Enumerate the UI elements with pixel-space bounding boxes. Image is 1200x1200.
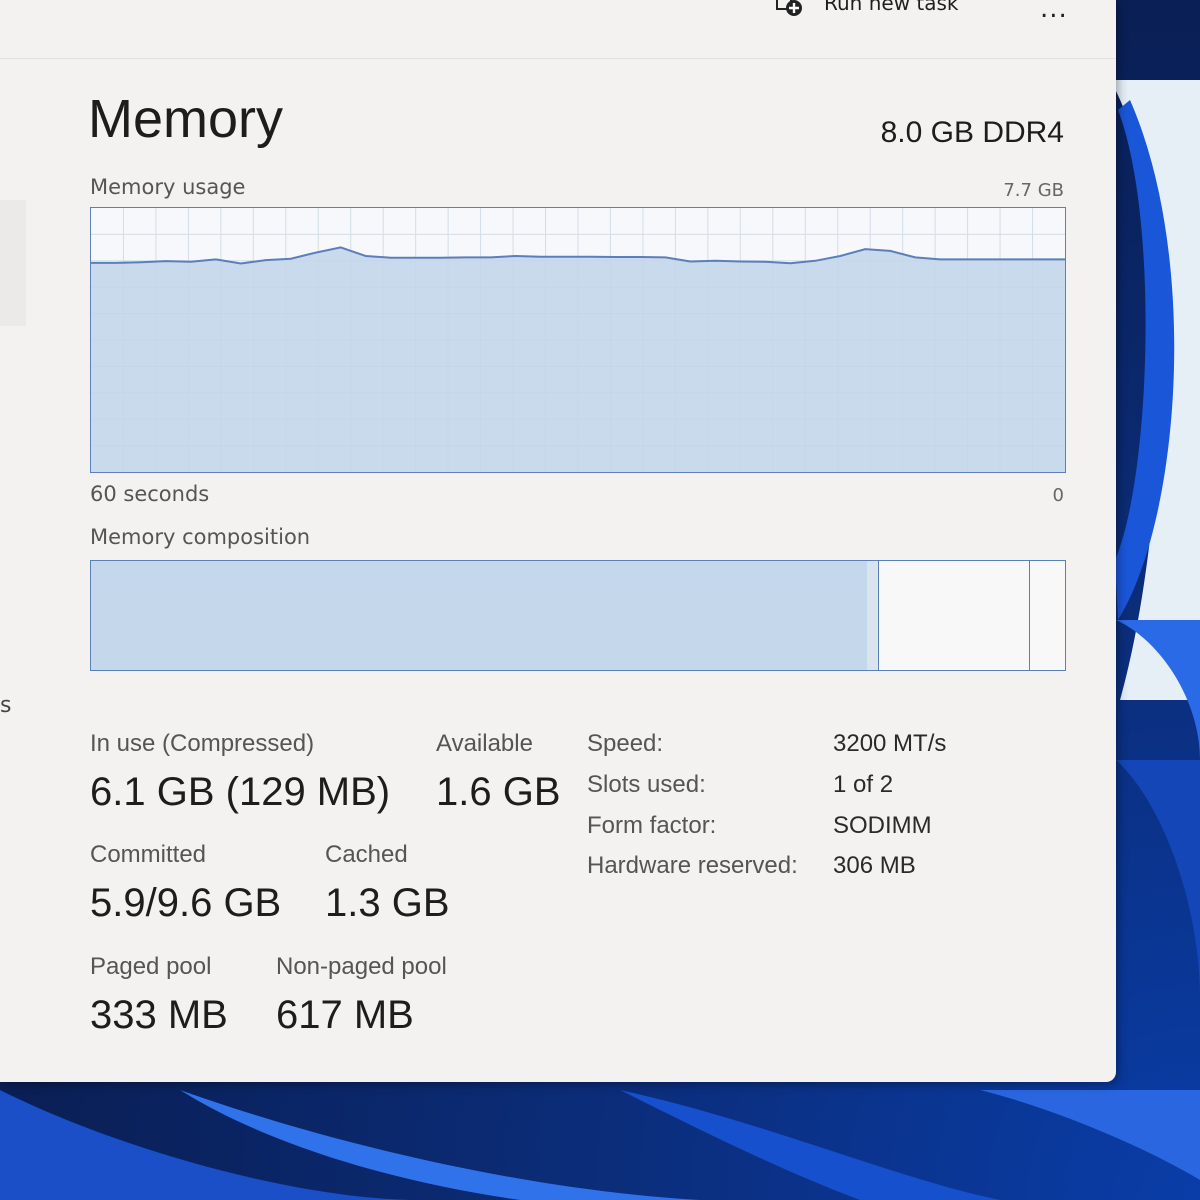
more-options-button[interactable]: ... (1040, 0, 1068, 24)
paged-pool-value: 333 MB (90, 993, 228, 1037)
cached-value: 1.3 GB (325, 881, 450, 925)
memory-composition-bar (90, 560, 1066, 671)
memory-composition-label: Memory composition (90, 525, 311, 549)
cached-label: Cached (325, 841, 408, 868)
available-value: 1.6 GB (436, 770, 561, 814)
in-use-value: 6.1 GB (129 MB) (90, 770, 391, 814)
composition-in-use (91, 561, 869, 670)
paged-pool-label: Paged pool (90, 953, 212, 980)
speed-key: Speed: (587, 730, 664, 757)
in-use-label: In use (Compressed) (90, 730, 315, 757)
run-new-task-button[interactable]: Run new task (774, 0, 959, 18)
run-new-task-label: Run new task (824, 0, 959, 15)
hardware-reserved-key: Hardware reserved: (587, 852, 798, 879)
run-task-icon (774, 0, 804, 18)
form-factor-value: SODIMM (833, 812, 932, 839)
memory-usage-label: Memory usage (90, 175, 246, 199)
page-title: Memory (88, 89, 284, 149)
graph-zero-label: 0 (1052, 485, 1064, 506)
non-paged-pool-label: Non-paged pool (276, 953, 447, 980)
nav-selection-strip (0, 200, 26, 326)
task-manager-window: Run new task ... s Memory 8.0 GB DDR4 Me… (0, 0, 1116, 1082)
hardware-reserved-value: 306 MB (833, 852, 916, 879)
command-bar: Run new task ... (0, 0, 1116, 59)
available-label: Available (436, 730, 533, 757)
memory-spec: 8.0 GB DDR4 (880, 116, 1064, 149)
committed-value: 5.9/9.6 GB (90, 881, 282, 925)
slots-used-value: 1 of 2 (833, 771, 894, 798)
graph-time-label: 60 seconds (90, 482, 210, 506)
nav-partial-text: s (0, 693, 12, 718)
committed-label: Committed (90, 841, 207, 868)
non-paged-pool-value: 617 MB (276, 993, 414, 1037)
form-factor-key: Form factor: (587, 812, 717, 839)
memory-usage-graph (90, 207, 1066, 473)
speed-value: 3200 MT/s (833, 730, 947, 757)
composition-standby (878, 561, 1030, 670)
graph-max-label: 7.7 GB (1003, 180, 1064, 201)
usage-area (91, 247, 1065, 472)
slots-used-key: Slots used: (587, 771, 706, 798)
